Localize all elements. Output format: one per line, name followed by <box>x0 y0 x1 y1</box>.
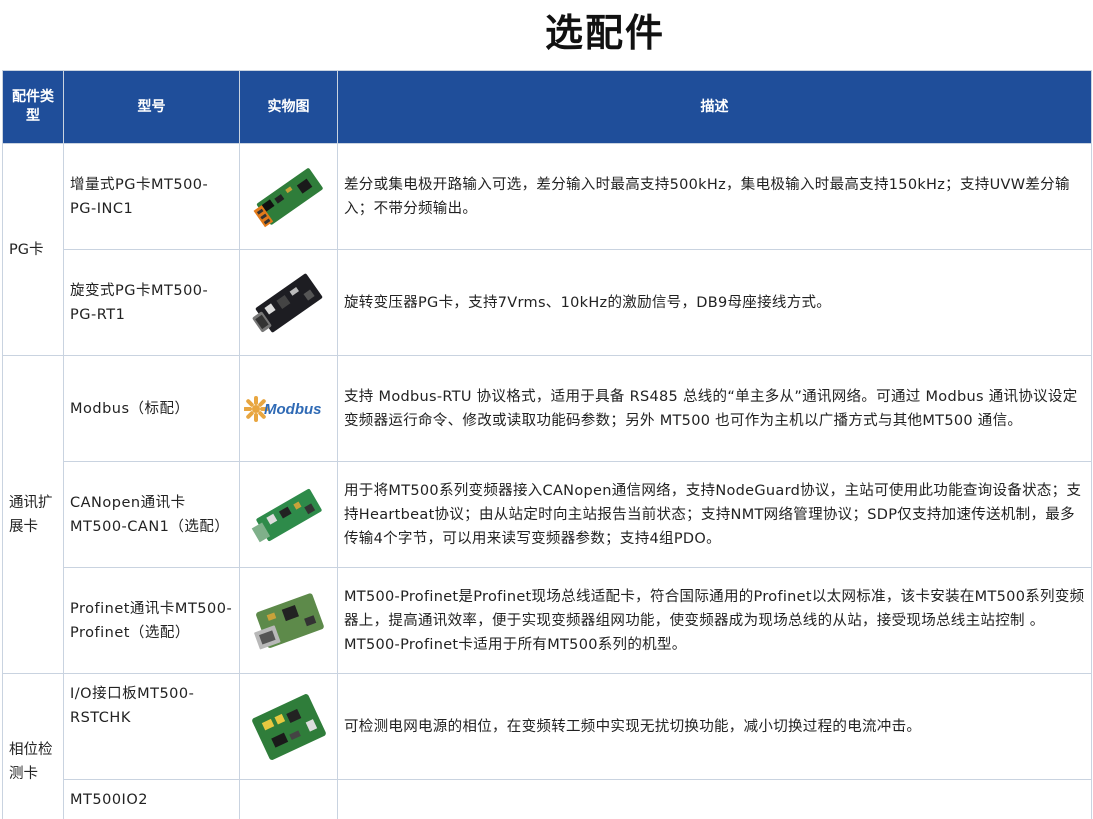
product-photo <box>239 461 338 568</box>
header-photo: 实物图 <box>239 70 338 144</box>
table-row: 通讯扩展卡 Modbus（标配） Modbus 支持 Modbus-RTU 协议… <box>2 355 1092 674</box>
rstchk-board-image <box>251 693 326 760</box>
product-photo <box>239 567 338 674</box>
description-cell: MT500-Profinet是Profinet现场总线适配卡，符合国际通用的Pr… <box>337 567 1092 674</box>
model-cell: Modbus（标配） <box>63 355 240 462</box>
description-cell: 可检测电网电源的相位，在变频转工频中实现无扰切换功能，减小切换过程的电流冲击。 <box>337 673 1092 780</box>
model-cell: Profinet通讯卡MT500-Profinet（选配） <box>63 567 240 674</box>
page-title: 选配件 <box>544 11 665 55</box>
product-photo <box>239 249 338 356</box>
profinet-card-image <box>253 592 324 649</box>
table-row: MT500IO2 <box>3 779 1092 819</box>
description-cell: 旋转变压器PG卡，支持7Vrms、10kHz的激励信号，DB9母座接线方式。 <box>337 249 1092 356</box>
category-pg-card: PG卡 <box>2 143 64 356</box>
table-row: Profinet通讯卡MT500-Profinet（选配） MT500-Prof… <box>3 567 1092 674</box>
header-model: 型号 <box>63 70 240 144</box>
modbus-logo-text: Modbus <box>264 401 322 418</box>
header-category: 配件类型 <box>2 70 64 144</box>
model-cell: I/O接口板MT500-RSTCHK <box>63 673 240 780</box>
pg-inc1-card-image <box>253 167 323 227</box>
pg-rt1-card-image <box>252 273 322 332</box>
category-comm-card: 通讯扩展卡 <box>2 355 64 674</box>
product-photo <box>239 673 338 780</box>
product-photo <box>239 779 338 819</box>
model-cell: CANopen通讯卡MT500-CAN1（选配） <box>63 461 240 568</box>
table-row: PG卡 增量式PG卡MT500-PG-INC1 差分或集电极开路输入可选，差分输… <box>2 143 1092 356</box>
model-cell: 增量式PG卡MT500-PG-INC1 <box>63 143 240 250</box>
model-cell: 旋变式PG卡MT500-PG-RT1 <box>63 249 240 356</box>
table-row: 旋变式PG卡MT500-PG-RT1 旋转变压器PG卡，支持7Vrms、10kH… <box>3 249 1092 356</box>
description-cell <box>337 779 1092 819</box>
modbus-logo: Modbus <box>243 395 322 422</box>
category-phase-card: 相位检测卡 <box>2 673 64 819</box>
canopen-card-image <box>251 488 322 542</box>
product-photo: Modbus <box>239 355 338 462</box>
model-cell: MT500IO2 <box>63 779 240 819</box>
table-row: CANopen通讯卡MT500-CAN1（选配） 用于将MT500系列变频器接入… <box>3 461 1092 568</box>
accessories-table: 配件类型 型号 实物图 描述 PG卡 增量式PG卡MT500-PG-INC1 差… <box>2 70 1092 819</box>
table-row: 相位检测卡 I/O接口板MT500-RSTCHK 可检测电网电源的相位，在变频转… <box>2 673 1092 819</box>
table-header-row: 配件类型 型号 实物图 描述 <box>2 70 1092 144</box>
header-description: 描述 <box>337 70 1092 144</box>
description-cell: 支持 Modbus-RTU 协议格式，适用于具备 RS485 总线的“单主多从”… <box>337 355 1092 462</box>
description-cell: 用于将MT500系列变频器接入CANopen通信网络，支持NodeGuard协议… <box>337 461 1092 568</box>
description-cell: 差分或集电极开路输入可选，差分输入时最高支持500kHz，集电极输入时最高支持1… <box>337 143 1092 250</box>
product-photo <box>239 143 338 250</box>
